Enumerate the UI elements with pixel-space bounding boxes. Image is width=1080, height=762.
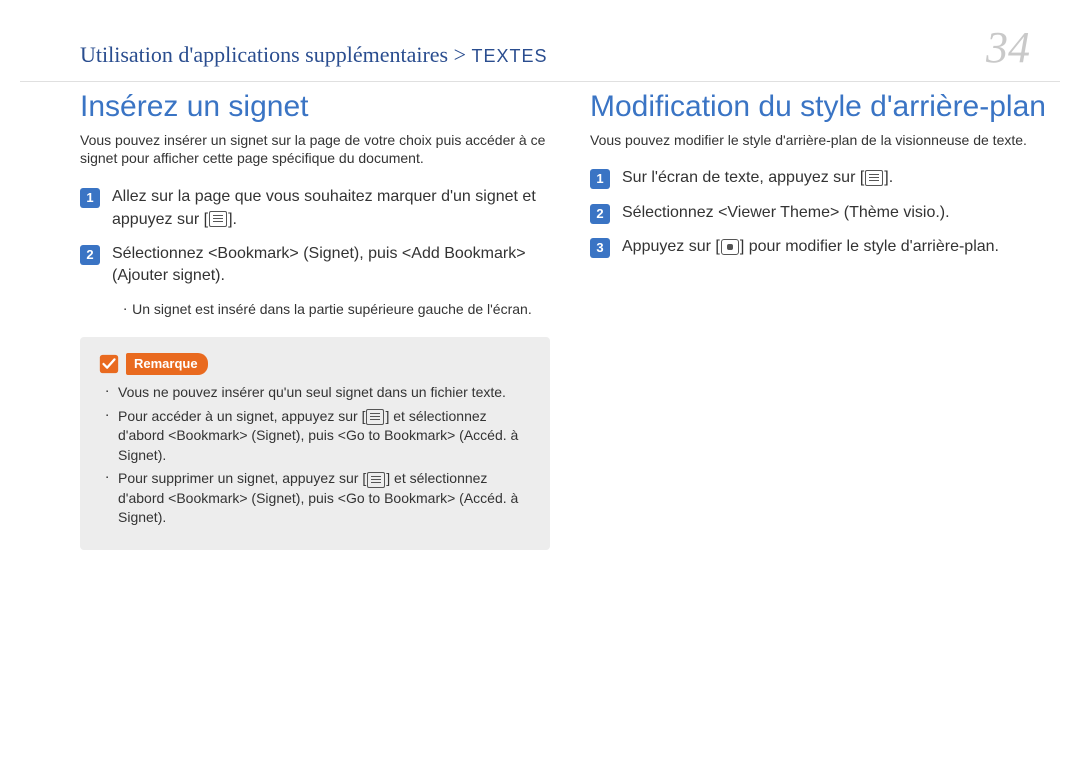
note-box: Remarque Vous ne pouvez insérer qu'un se… <box>80 337 550 550</box>
right-step-2: 2 Sélectionnez <Viewer Theme> (Thème vis… <box>590 202 1060 224</box>
content-columns: Insérez un signet Vous pouvez insérer un… <box>0 82 1080 550</box>
step-body: Sur l'écran de texte, appuyez sur []. <box>622 167 1060 189</box>
left-step-2: 2 Sélectionnez <Bookmark> (Signet), puis… <box>80 243 550 288</box>
center-button-icon <box>721 239 739 255</box>
left-intro-text: Vous pouvez insérer un signet sur la pag… <box>80 131 550 169</box>
menu-icon <box>367 472 385 488</box>
left-column: Insérez un signet Vous pouvez insérer un… <box>80 90 550 550</box>
left-step-1: 1 Allez sur la page que vous souhaitez m… <box>80 186 550 231</box>
page-number: 34 <box>986 22 1030 73</box>
step-number-badge: 2 <box>80 245 100 265</box>
step-text-pre: Allez sur la page que vous souhaitez mar… <box>112 188 536 227</box>
left-sub-bullet: Un signet est inséré dans la partie supé… <box>124 300 550 319</box>
right-step-3: 3 Appuyez sur [ ] pour modifier le style … <box>590 236 1060 258</box>
right-step-1: 1 Sur l'écran de texte, appuyez sur []. <box>590 167 1060 189</box>
step-body: Sélectionnez <Bookmark> (Signet), puis <… <box>112 243 550 288</box>
step-body: Allez sur la page que vous souhaitez mar… <box>112 186 550 231</box>
step-text-post: ]. <box>228 211 237 228</box>
note-item: Pour accéder à un signet, appuyez sur []… <box>118 407 532 466</box>
right-section-title: Modification du style d'arrière-plan <box>590 90 1060 125</box>
breadcrumb-main: Utilisation d'applications supplémentair… <box>80 42 448 67</box>
note-item: Vous ne pouvez insérer qu'un seul signet… <box>118 383 532 403</box>
breadcrumb: Utilisation d'applications supplémentair… <box>80 42 548 68</box>
right-column: Modification du style d'arrière-plan Vou… <box>590 90 1060 550</box>
step-text-pre: Sélectionnez <Bookmark> (Signet), puis <… <box>112 245 526 284</box>
note-item-text: Vous ne pouvez insérer qu'un seul signet… <box>118 384 506 400</box>
step-text-pre: Appuyez sur [ <box>622 238 720 255</box>
menu-icon <box>865 170 883 186</box>
step-text-post: ]. <box>884 169 893 186</box>
page-container: Utilisation d'applications supplémentair… <box>0 0 1080 762</box>
note-item-pre: Pour accéder à un signet, appuyez sur [ <box>118 408 365 424</box>
step-number-badge: 1 <box>590 169 610 189</box>
breadcrumb-sep: > <box>448 42 471 67</box>
note-item-pre: Pour supprimer un signet, appuyez sur [ <box>118 470 366 486</box>
breadcrumb-sub: TEXTES <box>472 46 548 66</box>
note-label: Remarque <box>126 353 208 375</box>
note-header: Remarque <box>98 353 532 375</box>
menu-icon <box>366 409 384 425</box>
step-body: Appuyez sur [ ] pour modifier le style d'… <box>622 236 1060 258</box>
step-text-pre: Sélectionnez <Viewer Theme> (Thème visio… <box>622 204 950 221</box>
step-number-badge: 2 <box>590 204 610 224</box>
note-item: Pour supprimer un signet, appuyez sur []… <box>118 469 532 528</box>
page-header: Utilisation d'applications supplémentair… <box>0 0 1080 73</box>
step-body: Sélectionnez <Viewer Theme> (Thème visio… <box>622 202 1060 224</box>
step-number-badge: 1 <box>80 188 100 208</box>
left-section-title: Insérez un signet <box>80 90 550 125</box>
menu-icon <box>209 211 227 227</box>
step-number-badge: 3 <box>590 238 610 258</box>
step-text-pre: Sur l'écran de texte, appuyez sur [ <box>622 169 864 186</box>
note-check-icon <box>98 353 120 375</box>
step-text-post: ] pour modifier le style d'arrière-plan. <box>740 238 999 255</box>
right-intro-text: Vous pouvez modifier le style d'arrière-… <box>590 131 1060 150</box>
